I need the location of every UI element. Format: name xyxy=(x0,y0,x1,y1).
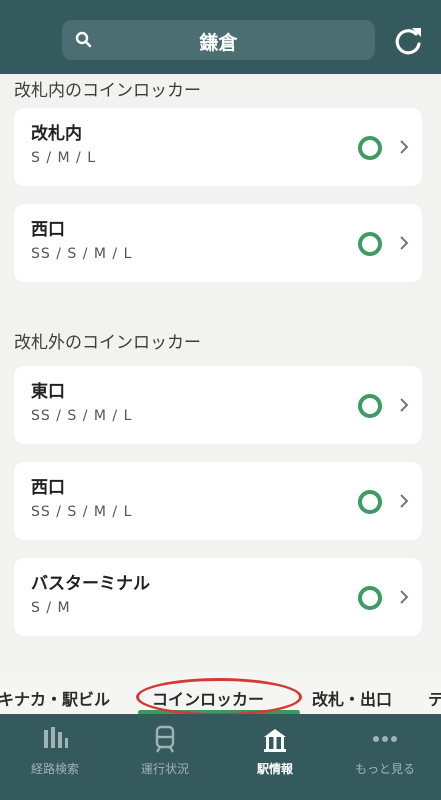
app-header: 鎌倉 xyxy=(0,0,441,74)
section-heading-outside: 改札外のコインロッカー xyxy=(14,333,201,353)
locker-card[interactable]: バスターミナル S / M xyxy=(14,558,422,636)
chevron-right-icon xyxy=(400,590,409,604)
nav-label: 駅情報 xyxy=(256,762,293,776)
available-icon xyxy=(358,586,382,610)
bars-icon xyxy=(44,727,68,748)
available-icon xyxy=(358,490,382,514)
locker-name: 西口 xyxy=(31,478,65,498)
nav-route-search[interactable]: 経路検索 xyxy=(0,714,110,800)
locker-card[interactable]: 東口 SS / S / M / L xyxy=(14,366,422,444)
nav-more[interactable]: もっと見る xyxy=(330,714,440,800)
locker-name: 西口 xyxy=(31,220,65,240)
locker-card[interactable]: 西口 SS / S / M / L xyxy=(14,462,422,540)
tab-next[interactable]: テ xyxy=(428,686,441,710)
locker-card[interactable]: 改札内 S / M / L xyxy=(14,108,422,186)
locker-sizes: SS / S / M / L xyxy=(31,246,133,262)
chevron-right-icon xyxy=(400,398,409,412)
bottom-nav: 経路検索 運行状況 駅情報 もっと見る xyxy=(0,714,441,800)
tab-gate-exit[interactable]: 改札・出口 xyxy=(312,686,392,710)
chevron-right-icon xyxy=(400,236,409,250)
nav-label: 経路検索 xyxy=(30,762,79,776)
train-icon xyxy=(155,725,175,753)
available-icon xyxy=(358,232,382,256)
chevron-right-icon xyxy=(400,494,409,508)
locker-name: 東口 xyxy=(31,382,65,402)
highlight-circle xyxy=(136,678,302,716)
available-icon xyxy=(358,136,382,160)
nav-service-status[interactable]: 運行状況 xyxy=(110,714,220,800)
locker-sizes: SS / S / M / L xyxy=(31,408,133,424)
locker-card[interactable]: 西口 SS / S / M / L xyxy=(14,204,422,282)
locker-name: バスターミナル xyxy=(31,574,150,594)
station-search-bar[interactable]: 鎌倉 xyxy=(62,20,375,60)
more-icon xyxy=(373,736,397,742)
locker-sizes: S / M xyxy=(31,600,71,616)
locker-sizes: S / M / L xyxy=(31,150,96,166)
locker-name: 改札内 xyxy=(31,124,82,144)
available-icon xyxy=(358,394,382,418)
locker-sizes: SS / S / M / L xyxy=(31,504,133,520)
station-title: 鎌倉 xyxy=(199,32,238,54)
chevron-right-icon xyxy=(400,140,409,154)
refresh-icon[interactable] xyxy=(388,22,428,62)
station-icon xyxy=(264,729,286,752)
nav-station-info[interactable]: 駅情報 xyxy=(220,714,330,800)
tab-kinaka[interactable]: キナカ・駅ビル xyxy=(0,686,110,710)
nav-label: もっと見る xyxy=(354,762,415,776)
nav-label: 運行状況 xyxy=(140,762,189,776)
section-heading-inside: 改札内のコインロッカー xyxy=(14,81,201,101)
